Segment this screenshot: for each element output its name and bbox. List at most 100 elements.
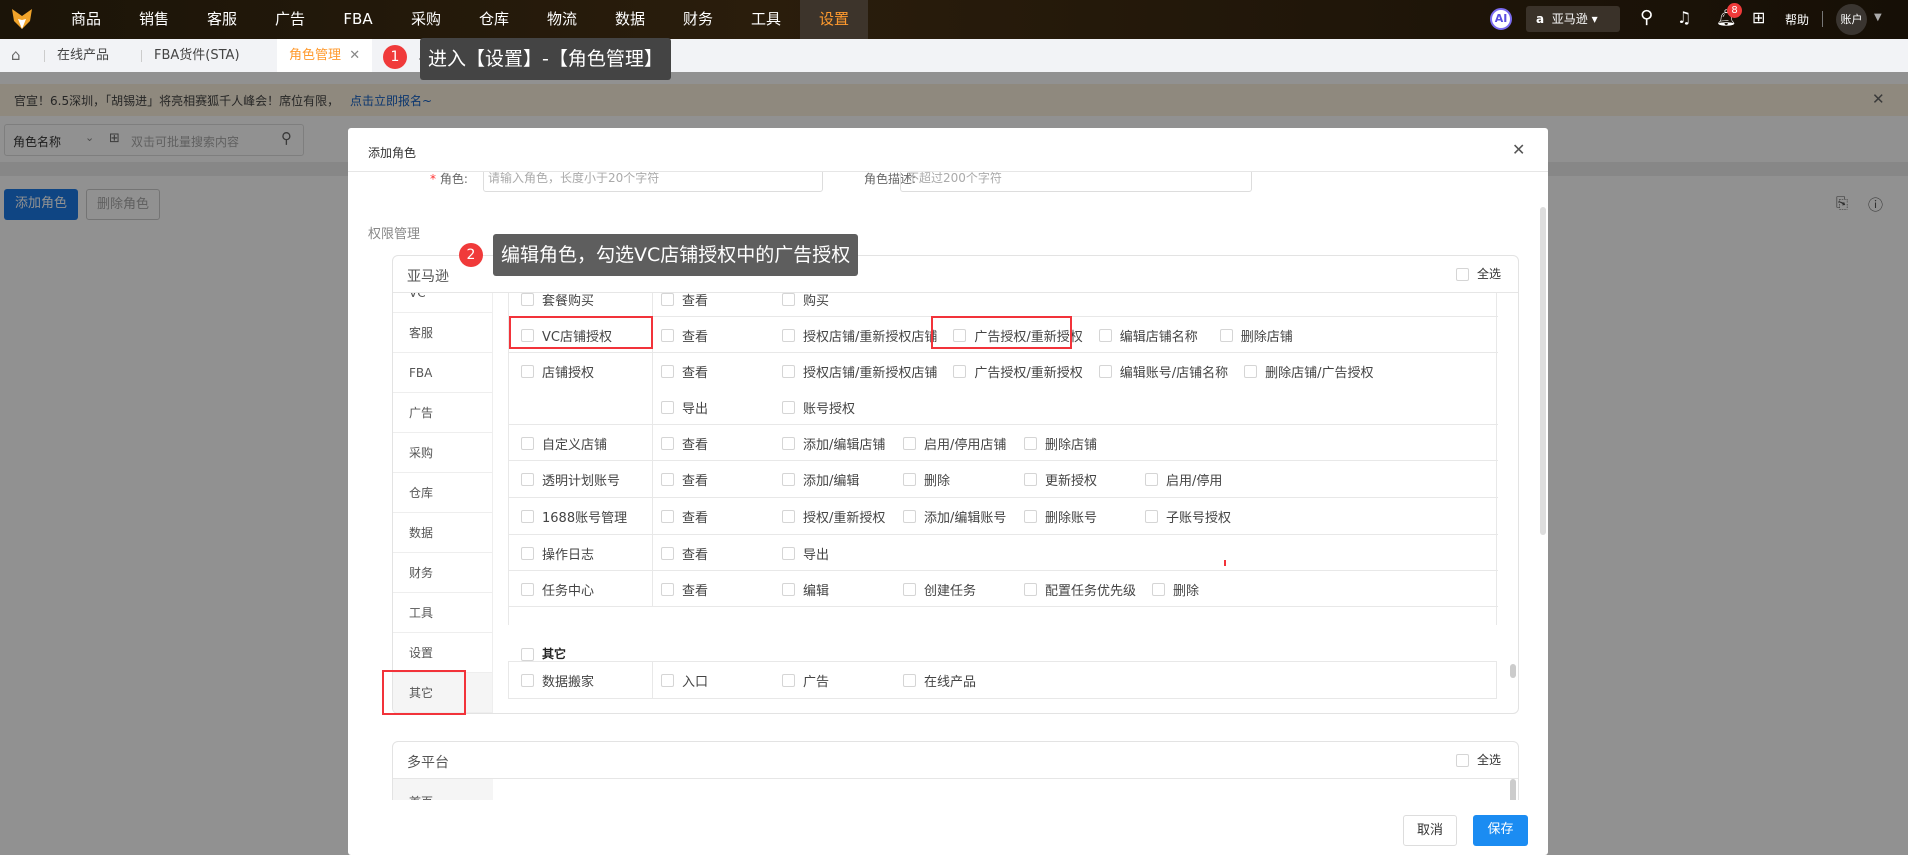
sidebar-item[interactable]: 客服: [393, 313, 492, 353]
modal-scrollbar[interactable]: [1540, 207, 1546, 535]
permission-checkbox[interactable]: 在线产品: [903, 662, 1008, 698]
nav-item-6[interactable]: 仓库: [460, 0, 528, 39]
nav-item-5[interactable]: 采购: [392, 0, 460, 39]
permission-checkbox[interactable]: 创建任务: [903, 571, 1008, 607]
tab-role-management[interactable]: 角色管理 ✕: [277, 39, 373, 72]
cancel-button[interactable]: 取消: [1403, 815, 1457, 846]
tab-bar: ⌂ 在线产品 FBA货件(STA) 角色管理 ✕: [0, 39, 1908, 72]
module-checkbox[interactable]: 任务中心: [521, 571, 626, 607]
nav-item-1[interactable]: 销售: [120, 0, 188, 39]
module-checkbox[interactable]: 店铺授权: [521, 353, 626, 389]
permission-checkbox[interactable]: 启用/停用店铺: [903, 425, 1008, 461]
sidebar-item[interactable]: 广告: [393, 393, 492, 433]
permission-checkbox[interactable]: 授权店铺/重新授权店铺: [782, 317, 937, 353]
sidebar-item[interactable]: FBA: [393, 353, 492, 393]
permission-checkbox[interactable]: 编辑账号/店铺名称: [1098, 353, 1228, 389]
permission-row: 套餐购买 查看 购买: [509, 293, 1498, 317]
permission-checkbox[interactable]: 导出: [782, 535, 887, 571]
sidebar-item[interactable]: 设置: [393, 633, 492, 673]
divider: [393, 778, 1518, 779]
permission-checkbox[interactable]: 入口: [661, 662, 766, 698]
sidebar-item[interactable]: VC: [393, 293, 492, 313]
permission-checkbox[interactable]: 账号授权: [782, 389, 887, 425]
apps-icon[interactable]: ⊞: [1752, 8, 1765, 27]
permission-checkbox[interactable]: 删除: [1152, 571, 1257, 607]
module-checkbox[interactable]: 自定义店铺: [521, 425, 626, 461]
permission-checkbox[interactable]: 添加/编辑账号: [903, 498, 1008, 534]
sidebar-item[interactable]: 财务: [393, 553, 492, 593]
tab-online-products[interactable]: 在线产品: [57, 39, 109, 72]
description-input[interactable]: 不超过200个字符: [900, 172, 1252, 192]
sidebar-item[interactable]: 数据: [393, 513, 492, 553]
nav-item-2[interactable]: 客服: [188, 0, 256, 39]
close-icon[interactable]: ✕: [1512, 140, 1525, 159]
permission-checkbox[interactable]: 授权/重新授权: [782, 498, 887, 534]
permission-checkbox[interactable]: 删除账号: [1024, 498, 1129, 534]
help-link[interactable]: 帮助: [1785, 11, 1809, 28]
nav-item-8[interactable]: 数据: [596, 0, 664, 39]
permission-checkbox[interactable]: 导出: [661, 389, 766, 425]
permission-checkbox[interactable]: 删除店铺: [1024, 425, 1129, 461]
permission-checkbox[interactable]: 广告: [782, 662, 887, 698]
nav-item-10[interactable]: 工具: [732, 0, 800, 39]
panel-scrollbar[interactable]: [1510, 779, 1516, 800]
module-checkbox[interactable]: 透明计划账号: [521, 461, 626, 497]
permission-checkbox[interactable]: 查看: [661, 293, 766, 317]
module-checkbox[interactable]: 数据搬家: [521, 662, 626, 698]
permission-checkbox[interactable]: 删除: [903, 461, 1008, 497]
home-icon[interactable]: ⌂: [11, 46, 21, 64]
permission-checkbox[interactable]: 广告授权/重新授权: [953, 353, 1083, 389]
headset-icon[interactable]: ♫: [1677, 8, 1691, 27]
divider: [1822, 11, 1823, 27]
sidebar-item[interactable]: 采购: [393, 433, 492, 473]
permission-checkbox[interactable]: 查看: [661, 461, 766, 497]
ai-icon[interactable]: AI: [1490, 8, 1512, 30]
permission-checkbox[interactable]: 删除店铺: [1219, 317, 1325, 353]
permission-checkbox[interactable]: 添加/编辑: [782, 461, 887, 497]
select-all-checkbox[interactable]: 全选: [1456, 751, 1501, 768]
tab-fba-shipment[interactable]: FBA货件(STA): [154, 39, 240, 72]
select-all-checkbox[interactable]: 全选: [1456, 265, 1501, 282]
permission-checkbox[interactable]: 启用/停用: [1145, 461, 1250, 497]
permission-row: 自定义店铺 查看 添加/编辑店铺 启用/停用店铺 删除店铺: [509, 425, 1498, 461]
nav-item-3[interactable]: 广告: [256, 0, 324, 39]
permission-checkbox[interactable]: 查看: [661, 353, 766, 389]
platform-select[interactable]: a 亚马逊 ▾: [1526, 6, 1620, 32]
account-avatar[interactable]: 账户: [1836, 4, 1867, 35]
permission-checkbox[interactable]: 查看: [661, 317, 766, 353]
module-checkbox[interactable]: 1688账号管理: [521, 498, 627, 534]
panel-scrollbar[interactable]: [1510, 664, 1516, 678]
module-checkbox[interactable]: 套餐购买: [521, 293, 626, 317]
sidebar-item[interactable]: 仓库: [393, 473, 492, 513]
permission-checkbox[interactable]: 配置任务优先级: [1024, 571, 1136, 607]
nav-item-7[interactable]: 物流: [528, 0, 596, 39]
sidebar-item-home[interactable]: 首页: [393, 779, 493, 800]
permission-checkbox[interactable]: 添加/编辑店铺: [782, 425, 887, 461]
permission-checkbox[interactable]: 查看: [661, 425, 766, 461]
sidebar-item[interactable]: 工具: [393, 593, 492, 633]
search-icon[interactable]: ⚲: [1640, 7, 1653, 28]
panel-title: 多平台: [407, 755, 449, 771]
modal-title: 添加角色: [368, 146, 417, 160]
save-button[interactable]: 保存: [1473, 815, 1528, 846]
permission-checkbox[interactable]: 子账号授权: [1145, 498, 1250, 534]
permission-checkbox[interactable]: 查看: [661, 571, 766, 607]
permission-checkbox[interactable]: 编辑店铺名称: [1098, 317, 1204, 353]
permission-checkbox[interactable]: 购买: [782, 293, 887, 317]
permission-checkbox[interactable]: 查看: [661, 535, 766, 571]
nav-item-9[interactable]: 财务: [664, 0, 732, 39]
annotation-tooltip-2: 编辑角色，勾选VC店铺授权中的广告授权: [493, 234, 859, 276]
role-input[interactable]: 请输入角色，长度小于20个字符: [483, 172, 823, 192]
close-icon[interactable]: ✕: [349, 48, 360, 63]
nav-item-0[interactable]: 商品: [52, 0, 120, 39]
permission-checkbox[interactable]: 授权店铺/重新授权店铺: [782, 353, 937, 389]
nav-item-4[interactable]: FBA: [324, 0, 392, 39]
permission-checkbox[interactable]: 查看: [661, 498, 766, 534]
highlight-ad-auth: [931, 316, 1072, 349]
nav-item-11[interactable]: 设置: [800, 0, 868, 39]
permission-checkbox[interactable]: 删除店铺/广告授权: [1244, 353, 1374, 389]
other-section-checkbox[interactable]: 其它: [521, 645, 566, 662]
module-checkbox[interactable]: 操作日志: [521, 535, 626, 571]
permission-checkbox[interactable]: 编辑: [782, 571, 887, 607]
permission-checkbox[interactable]: 更新授权: [1024, 461, 1129, 497]
